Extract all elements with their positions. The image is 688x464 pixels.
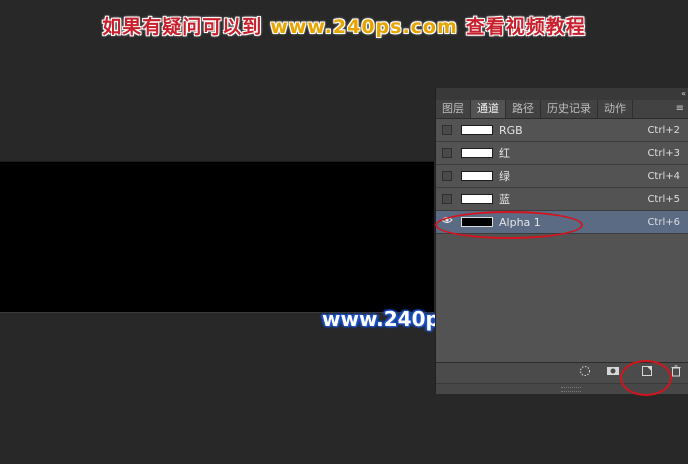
- panel-menu-icon[interactable]: ≡: [676, 103, 684, 114]
- channel-thumbnail: [461, 171, 493, 181]
- save-selection-icon[interactable]: [605, 365, 621, 381]
- channel-row-rgb[interactable]: RGB Ctrl+2: [436, 119, 688, 142]
- channel-list: RGB Ctrl+2 红 Ctrl+3 绿 Ctrl+4 蓝 Ctrl+5 Al: [436, 119, 688, 234]
- channel-name: 蓝: [499, 193, 510, 206]
- tab-history[interactable]: 历史记录: [541, 100, 598, 118]
- new-channel-icon[interactable]: [639, 365, 655, 381]
- document-canvas[interactable]: [0, 161, 434, 313]
- collapse-icon[interactable]: «: [681, 89, 686, 99]
- channels-panel: « 图层 通道 路径 历史记录 动作 ≡ RGB Ctrl+2 红 Ctrl+3…: [435, 88, 688, 394]
- eye-icon[interactable]: [441, 216, 453, 228]
- visibility-toggle[interactable]: [442, 194, 452, 204]
- channel-thumbnail: [461, 194, 493, 204]
- channel-shortcut: Ctrl+5: [647, 194, 680, 205]
- channel-name: RGB: [499, 124, 523, 137]
- panel-resize-grip[interactable]: [436, 383, 688, 394]
- channel-thumbnail: [461, 148, 493, 158]
- channel-row-blue[interactable]: 蓝 Ctrl+5: [436, 188, 688, 211]
- banner-left-text: 如果有疑问可以到: [102, 16, 263, 38]
- panel-footer: [436, 362, 688, 383]
- tutorial-banner: 如果有疑问可以到 www.240ps.com 查看视频教程: [0, 12, 688, 39]
- channel-shortcut: Ctrl+2: [647, 125, 680, 136]
- tab-layers[interactable]: 图层: [436, 100, 471, 118]
- banner-url: www.240ps.com: [270, 16, 458, 38]
- channel-thumbnail: [461, 217, 493, 227]
- visibility-toggle[interactable]: [442, 148, 452, 158]
- channel-row-red[interactable]: 红 Ctrl+3: [436, 142, 688, 165]
- channel-name: 红: [499, 147, 510, 160]
- channel-name: Alpha 1: [499, 216, 541, 229]
- tab-channels[interactable]: 通道: [471, 100, 506, 118]
- channel-shortcut: Ctrl+6: [647, 217, 680, 228]
- visibility-toggle[interactable]: [442, 125, 452, 135]
- visibility-toggle[interactable]: [442, 171, 452, 181]
- channel-thumbnail: [461, 125, 493, 135]
- channel-row-alpha-1[interactable]: Alpha 1 Ctrl+6: [436, 211, 688, 234]
- banner-right-text: 查看视频教程: [465, 16, 586, 38]
- panel-tabs: 图层 通道 路径 历史记录 动作 ≡: [436, 100, 688, 119]
- panel-collapse-bar[interactable]: «: [436, 88, 688, 100]
- tab-actions[interactable]: 动作: [598, 100, 633, 118]
- trash-icon[interactable]: [668, 365, 684, 381]
- channel-shortcut: Ctrl+4: [647, 171, 680, 182]
- channel-shortcut: Ctrl+3: [647, 148, 680, 159]
- channel-row-green[interactable]: 绿 Ctrl+4: [436, 165, 688, 188]
- load-selection-icon[interactable]: [577, 365, 593, 381]
- channel-name: 绿: [499, 170, 510, 183]
- tab-paths[interactable]: 路径: [506, 100, 541, 118]
